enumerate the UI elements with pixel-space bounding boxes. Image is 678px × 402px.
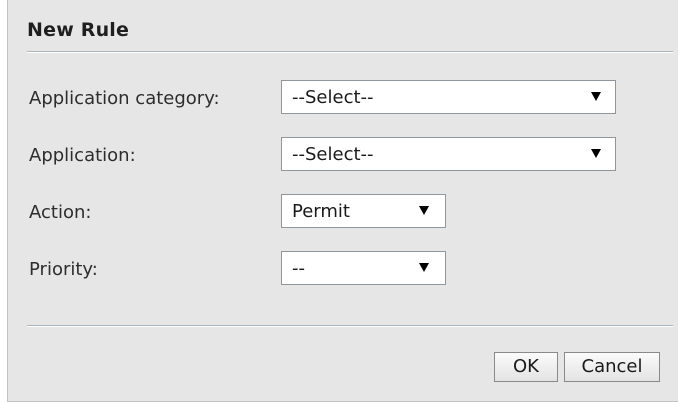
- action-value: Permit: [292, 201, 350, 222]
- application-category-label: Application category:: [29, 88, 220, 109]
- priority-label: Priority:: [29, 259, 98, 280]
- dialog-title: New Rule: [27, 19, 130, 41]
- application-value: --Select--: [292, 144, 374, 165]
- application-select[interactable]: --Select--: [281, 137, 616, 171]
- action-select[interactable]: Permit: [281, 194, 446, 228]
- new-rule-dialog: New Rule Application category: --Select-…: [7, 0, 678, 402]
- chevron-down-icon: [591, 92, 601, 101]
- chevron-down-icon: [419, 206, 429, 215]
- ok-button[interactable]: OK: [494, 352, 558, 382]
- priority-select[interactable]: --: [281, 251, 446, 285]
- application-category-value: --Select--: [292, 87, 374, 108]
- chevron-down-icon: [591, 149, 601, 158]
- application-category-select[interactable]: --Select--: [281, 80, 616, 114]
- priority-value: --: [292, 258, 305, 279]
- application-label: Application:: [29, 145, 136, 166]
- cancel-button[interactable]: Cancel: [564, 352, 660, 382]
- action-label: Action:: [29, 202, 92, 223]
- footer-divider: [27, 325, 673, 327]
- chevron-down-icon: [419, 263, 429, 272]
- header-divider: [27, 51, 673, 53]
